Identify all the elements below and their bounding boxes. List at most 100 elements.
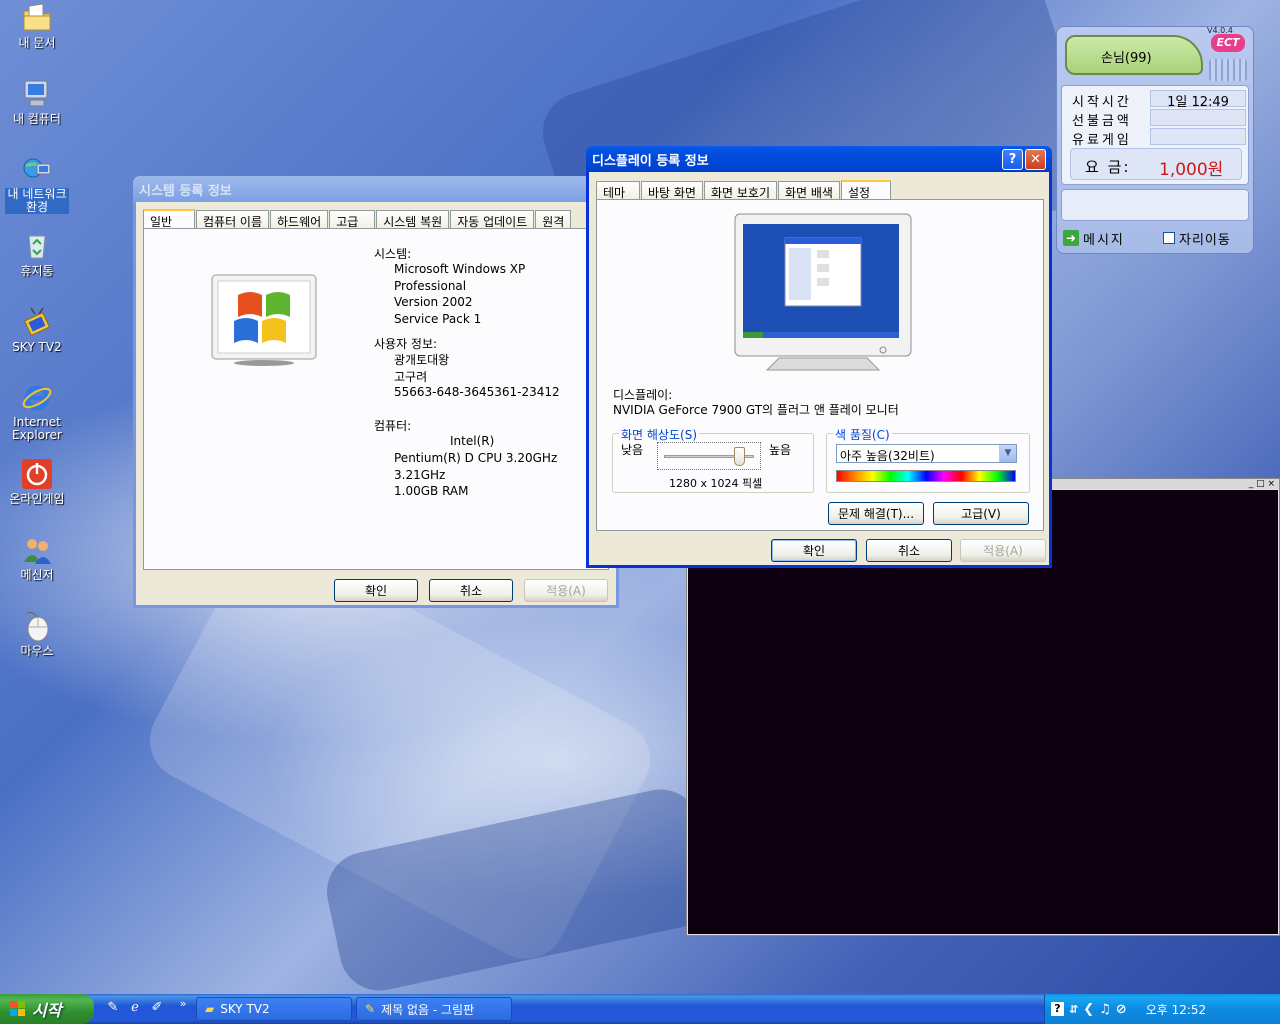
color-quality-value: 아주 높음(32비트) — [840, 449, 935, 463]
desktop-icon-label: 내 문서 — [18, 36, 56, 50]
windows-xp-monitor-logo — [210, 273, 318, 367]
shield-icon[interactable]: ⊘ — [1116, 1002, 1127, 1017]
arrow-icon: ➜ — [1063, 230, 1079, 246]
network-icon[interactable]: ⇵ — [1069, 1003, 1078, 1016]
grip-decoration — [1209, 59, 1247, 81]
desktop-icon-sky-tv2[interactable]: SKY TV2 — [0, 306, 74, 354]
task-paint[interactable]: ✎ 제목 없음 - 그림판 — [356, 997, 512, 1021]
computer-label: 컴퓨터: — [374, 419, 412, 433]
general-panel: 시스템: Microsoft Windows XP Professional V… — [143, 228, 609, 570]
paid-game-label: 유료게임 — [1072, 133, 1132, 148]
tab-screen-saver[interactable]: 화면 보호기 — [703, 181, 777, 200]
logo-text: ECT — [1216, 36, 1240, 49]
desktop-icon-label: 메신저 — [20, 568, 54, 582]
message-label: 메시지 — [1083, 232, 1125, 248]
start-time-row: 시작시간 1일 12:49 — [1066, 90, 1248, 110]
display-properties-titlebar[interactable]: 디스플레이 등록 정보 ? ✕ — [586, 146, 1052, 172]
user-badge: 손님(99) — [1065, 35, 1203, 75]
close-button[interactable]: ✕ — [1025, 148, 1046, 170]
online-game-icon — [21, 458, 53, 490]
display-adapter-name: NVIDIA GeForce 7900 GT의 플러그 앤 플레이 모니터 — [613, 403, 899, 417]
ok-button[interactable]: 확인 — [771, 539, 857, 562]
window-title: 디스플레이 등록 정보 — [592, 153, 709, 169]
prepaid-row: 선불금액 — [1066, 109, 1248, 129]
resolution-value: 1280 x 1024 픽셀 — [669, 477, 763, 490]
ok-button[interactable]: 확인 — [334, 579, 418, 602]
desktop-icon-label: 온라인게임 — [9, 492, 65, 506]
quicklaunch-ie-icon[interactable]: ℯ — [126, 1000, 144, 1018]
tab-appearance[interactable]: 화면 배색 — [778, 181, 840, 200]
tab-advanced[interactable]: 고급 — [329, 210, 376, 229]
my-computer-icon — [21, 78, 53, 110]
quicklaunch-paint-icon[interactable]: ✎ — [104, 1000, 122, 1018]
color-quality-select[interactable]: 아주 높음(32비트) ▼ — [836, 444, 1017, 463]
message-button[interactable]: ➜ 메시지 — [1063, 227, 1159, 249]
taskbar: 시작 ✎ ℯ ✐ » ▰ SKY TV2 ✎ 제목 없음 - 그림판 A 漢 ✥… — [0, 994, 1280, 1024]
ect-logo-icon: ECT — [1211, 34, 1245, 52]
desktop-icon-mouse[interactable]: 마우스 — [0, 610, 74, 658]
computer-line: Pentium(R) D CPU 3.20GHz — [394, 451, 558, 465]
chevron-down-icon[interactable]: ▼ — [999, 445, 1016, 462]
system-properties-titlebar[interactable]: 시스템 등록 정보 ? — [133, 176, 619, 202]
desktop-icon-my-computer[interactable]: 내 컴퓨터 — [0, 78, 74, 126]
advanced-button[interactable]: 고급(V) — [933, 502, 1029, 525]
color-quality-group: 색 품질(C) 아주 높음(32비트) ▼ — [826, 426, 1030, 493]
clock[interactable]: 오후 12:52 — [1146, 1001, 1206, 1018]
paint-icon: ✎ — [365, 1002, 376, 1016]
desktop-icon-label: 휴지통 — [20, 264, 54, 278]
start-time-label: 시작시간 — [1072, 95, 1132, 110]
task-sky-tv2[interactable]: ▰ SKY TV2 — [196, 997, 352, 1021]
checkbox-box[interactable] — [1163, 232, 1175, 244]
sky-tv-icon — [21, 306, 53, 338]
tab-automatic-updates[interactable]: 자동 업데이트 — [450, 210, 535, 229]
desktop-icon-recycle-bin[interactable]: 휴지통 — [0, 230, 74, 278]
tab-desktop[interactable]: 바탕 화면 — [641, 181, 703, 200]
fee-box: 요 금: 1,000원 — [1070, 148, 1242, 180]
quicklaunch-more-button[interactable]: » — [174, 997, 192, 1015]
resolution-high-label: 높음 — [769, 443, 792, 457]
apply-button[interactable]: 적용(A) — [960, 539, 1046, 562]
tab-remote[interactable]: 원격 — [535, 210, 572, 229]
computer-line: 1.00GB RAM — [394, 484, 469, 498]
resolution-group: 화면 해상도(S) 낮음 높음 1280 x 1024 픽셀 — [612, 426, 814, 493]
pc-cafe-widget[interactable]: 손님(99) V4.0.4 ECT 시작시간 1일 12:49 선불금액 유료게… — [1056, 26, 1254, 254]
ime-help-icon[interactable]: ? — [1051, 1002, 1064, 1016]
display-properties-window[interactable]: 디스플레이 등록 정보 ? ✕ 테마 바탕 화면 화면 보호기 화면 배색 설정 — [586, 146, 1052, 568]
user-line: 광개토대왕 — [394, 353, 450, 367]
slider-thumb[interactable] — [733, 447, 745, 466]
resolution-slider[interactable] — [657, 442, 761, 470]
desktop-icon-online-game[interactable]: 온라인게임 — [0, 458, 74, 506]
system-line: Version 2002 — [394, 295, 473, 309]
apply-button[interactable]: 적용(A) — [524, 579, 608, 602]
user-info-label: 사용자 정보: — [374, 337, 438, 351]
tab-system-restore[interactable]: 시스템 복원 — [376, 210, 450, 229]
back-arrow-icon[interactable]: ❮ — [1083, 1002, 1094, 1017]
start-button[interactable]: 시작 — [0, 994, 94, 1024]
desktop-icon-messenger[interactable]: 메신저 — [0, 534, 74, 582]
tab-general[interactable]: 일반 — [143, 209, 195, 230]
move-seat-checkbox[interactable]: 자리이동 — [1163, 227, 1253, 249]
fee-label: 요 금: — [1085, 158, 1131, 176]
desktop-icon-internet-explorer[interactable]: Internet Explorer — [0, 382, 74, 442]
window-controls[interactable]: _ □ × — [1249, 479, 1275, 489]
desktop-icon-network[interactable]: 내 네트워크 환경 — [0, 154, 74, 214]
tab-computer-name[interactable]: 컴퓨터 이름 — [196, 210, 270, 229]
internet-explorer-icon — [21, 382, 53, 414]
volume-icon[interactable]: ♫ — [1099, 1002, 1111, 1017]
quicklaunch-app-icon[interactable]: ✐ — [148, 1000, 166, 1018]
resolution-low-label: 낮음 — [621, 443, 644, 457]
cancel-button[interactable]: 취소 — [866, 539, 952, 562]
desktop-icon-label: 내 컴퓨터 — [13, 112, 61, 126]
system-properties-window[interactable]: 시스템 등록 정보 ? 일반 컴퓨터 이름 하드웨어 고급 시스템 복원 자동 … — [133, 176, 619, 608]
tab-hardware[interactable]: 하드웨어 — [270, 210, 329, 229]
tab-themes[interactable]: 테마 — [596, 181, 640, 200]
troubleshoot-button[interactable]: 문제 해결(T)... — [828, 502, 924, 525]
cancel-button[interactable]: 취소 — [429, 579, 513, 602]
desktop-icon-label: 내 네트워크 환경 — [5, 188, 69, 214]
desktop-icon-my-documents[interactable]: 내 문서 — [0, 2, 74, 50]
system-line: Microsoft Windows XP — [394, 262, 526, 276]
system-label: 시스템: — [374, 247, 412, 261]
tab-settings[interactable]: 설정 — [840, 180, 891, 201]
help-button[interactable]: ? — [1002, 148, 1023, 170]
desktop-icon-label: 마우스 — [20, 644, 54, 658]
